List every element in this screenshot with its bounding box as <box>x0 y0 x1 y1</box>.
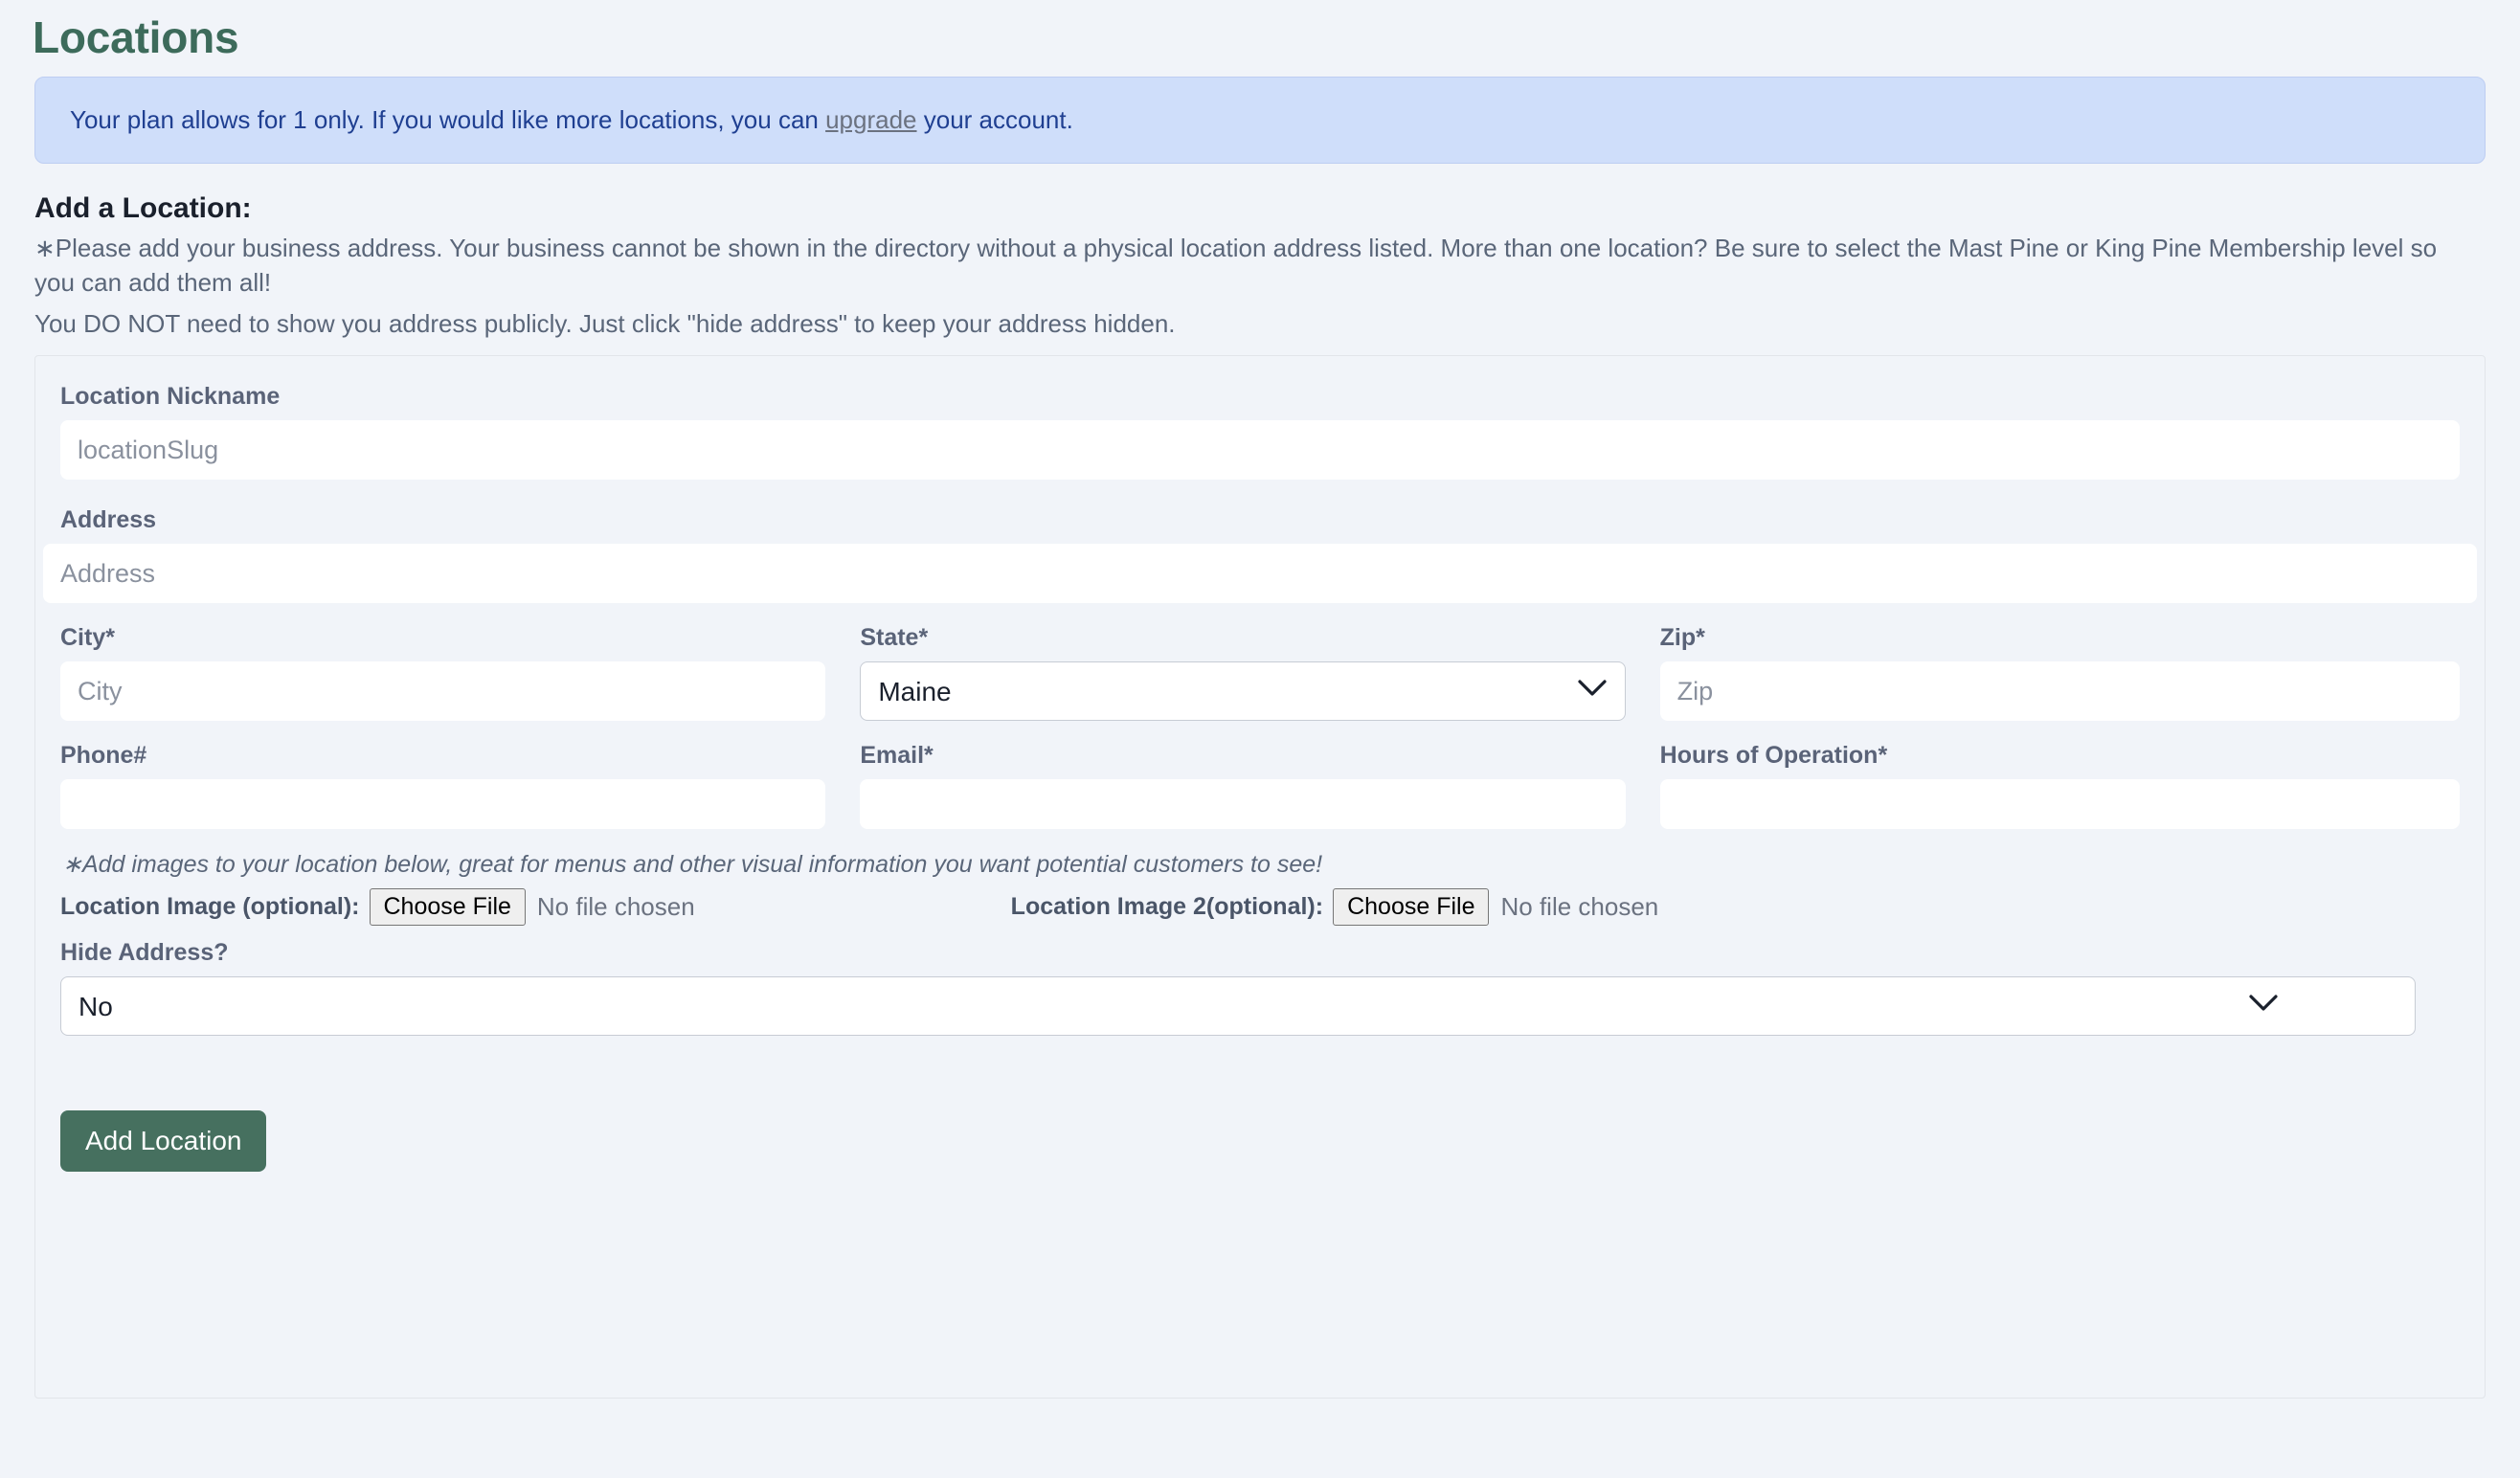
intro-line-2: You DO NOT need to show you address publ… <box>34 309 1176 339</box>
image-upload-row: Location Image (optional): Choose File N… <box>60 888 2460 927</box>
location-image-1-label: Location Image (optional): <box>60 893 360 921</box>
email-label: Email* <box>860 742 934 770</box>
state-select[interactable]: Maine <box>860 661 1626 722</box>
images-note: ∗Add images to your location below, grea… <box>62 851 1323 879</box>
upgrade-link[interactable]: upgrade <box>825 105 916 134</box>
location-image-2-label: Location Image 2(optional): <box>1010 893 1324 921</box>
page-title: Locations <box>33 12 239 62</box>
field-group-phone: Phone# <box>60 742 860 830</box>
field-group-zip: Zip* <box>1659 624 2460 722</box>
location-nickname-label: Location Nickname <box>60 383 281 411</box>
field-group-hours: Hours of Operation* <box>1659 742 2460 830</box>
field-group-city: City* <box>60 624 860 722</box>
choose-file-button-2[interactable]: Choose File <box>1333 888 1490 927</box>
file-group-image-2: Location Image 2(optional): Choose File … <box>1010 888 1659 927</box>
zip-label: Zip* <box>1659 624 1705 652</box>
city-label: City* <box>60 624 115 652</box>
plan-limit-alert: Your plan allows for 1 only. If you woul… <box>34 77 2486 164</box>
field-group-email: Email* <box>860 742 1659 830</box>
location-nickname-input[interactable] <box>60 420 2460 481</box>
file-group-image-1: Location Image (optional): Choose File N… <box>60 888 695 927</box>
phone-input[interactable] <box>60 779 826 830</box>
locations-page: Locations Your plan allows for 1 only. I… <box>0 11 2520 1400</box>
file-status-1: No file chosen <box>536 892 695 922</box>
address-label: Address <box>60 506 157 534</box>
add-location-form-card: Location Nickname Address City* State* M… <box>34 355 2486 1400</box>
alert-text-before: Your plan allows for 1 only. If you woul… <box>70 105 826 134</box>
hide-address-select[interactable]: No <box>60 976 2416 1037</box>
state-select-wrap: Maine <box>860 661 1626 722</box>
file-status-2: No file chosen <box>1500 892 1659 922</box>
field-group-address: Address <box>43 506 2477 604</box>
hide-address-label: Hide Address? <box>60 939 229 967</box>
alert-text-after: your account. <box>916 105 1073 134</box>
email-input[interactable] <box>860 779 1626 830</box>
add-location-button[interactable]: Add Location <box>60 1110 267 1173</box>
state-label: State* <box>860 624 929 652</box>
hide-address-select-wrap: No <box>60 976 2460 1037</box>
field-group-nickname: Location Nickname <box>60 383 2460 481</box>
choose-file-button-1[interactable]: Choose File <box>369 888 526 927</box>
hours-of-operation-label: Hours of Operation* <box>1659 742 1888 770</box>
address-input[interactable] <box>43 544 2477 604</box>
zip-input[interactable] <box>1659 661 2460 722</box>
add-location-heading: Add a Location: <box>34 191 252 224</box>
field-group-state: State* Maine <box>860 624 1659 722</box>
phone-label: Phone# <box>60 742 147 770</box>
city-state-zip-row: City* State* Maine Zip* <box>60 624 2460 722</box>
phone-email-hours-row: Phone# Email* Hours of Operation* <box>60 742 2460 830</box>
intro-line-1: ∗Please add your business address. Your … <box>34 233 2438 298</box>
field-group-hide-address: Hide Address? No <box>60 939 2460 1037</box>
hours-of-operation-input[interactable] <box>1659 779 2460 830</box>
city-input[interactable] <box>60 661 826 722</box>
